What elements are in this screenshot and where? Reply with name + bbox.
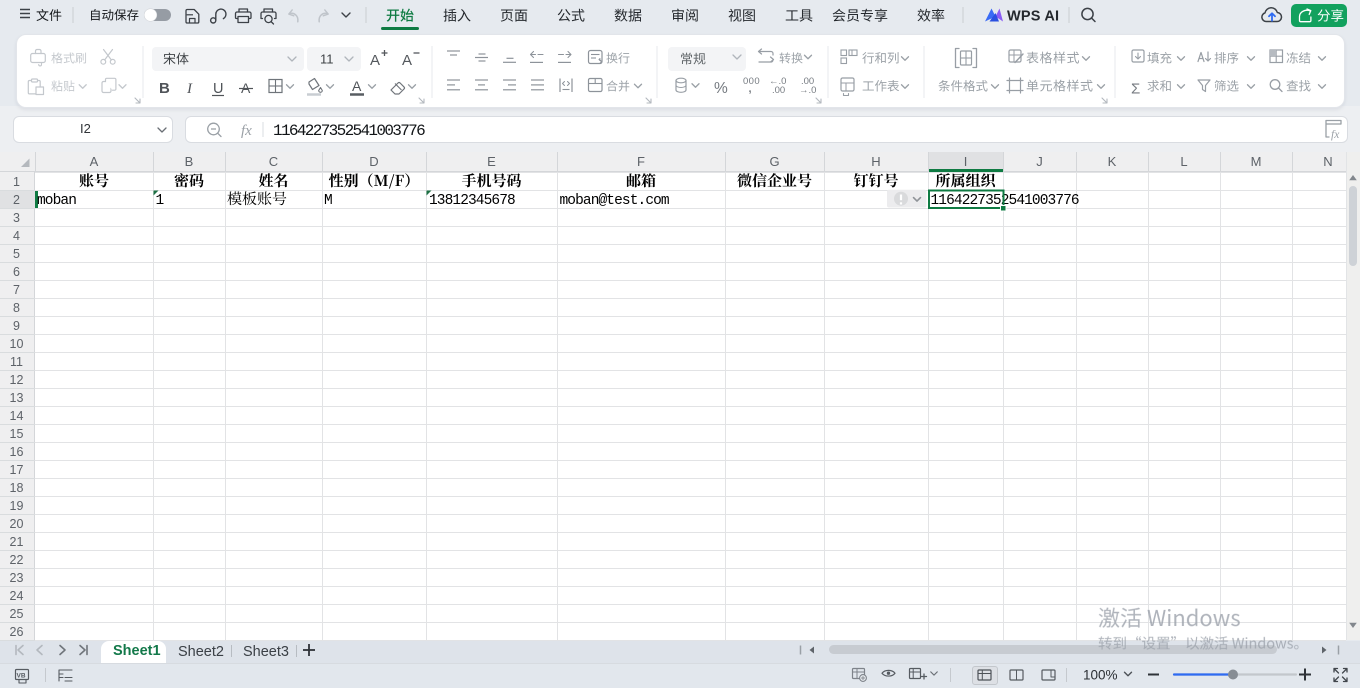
svg-text:WPS AI: WPS AI xyxy=(1007,9,1059,25)
svg-text:A: A xyxy=(370,52,380,69)
svg-text:→.0: →.0 xyxy=(799,85,816,96)
svg-text:A: A xyxy=(402,52,412,69)
svg-text:%: % xyxy=(714,80,728,97)
svg-text:fx: fx xyxy=(1331,129,1340,141)
svg-text:B: B xyxy=(159,80,170,97)
svg-text:fx: fx xyxy=(241,123,252,139)
svg-text:U: U xyxy=(213,81,223,97)
svg-text:100%: 100% xyxy=(1083,668,1118,683)
svg-text:Σ: Σ xyxy=(1131,81,1140,98)
svg-text:.00: .00 xyxy=(772,85,785,96)
svg-text:A: A xyxy=(352,78,362,94)
svg-text:VB: VB xyxy=(17,673,26,680)
svg-text:I: I xyxy=(186,81,193,97)
svg-text:,: , xyxy=(749,83,752,95)
svg-text:11: 11 xyxy=(320,52,334,67)
